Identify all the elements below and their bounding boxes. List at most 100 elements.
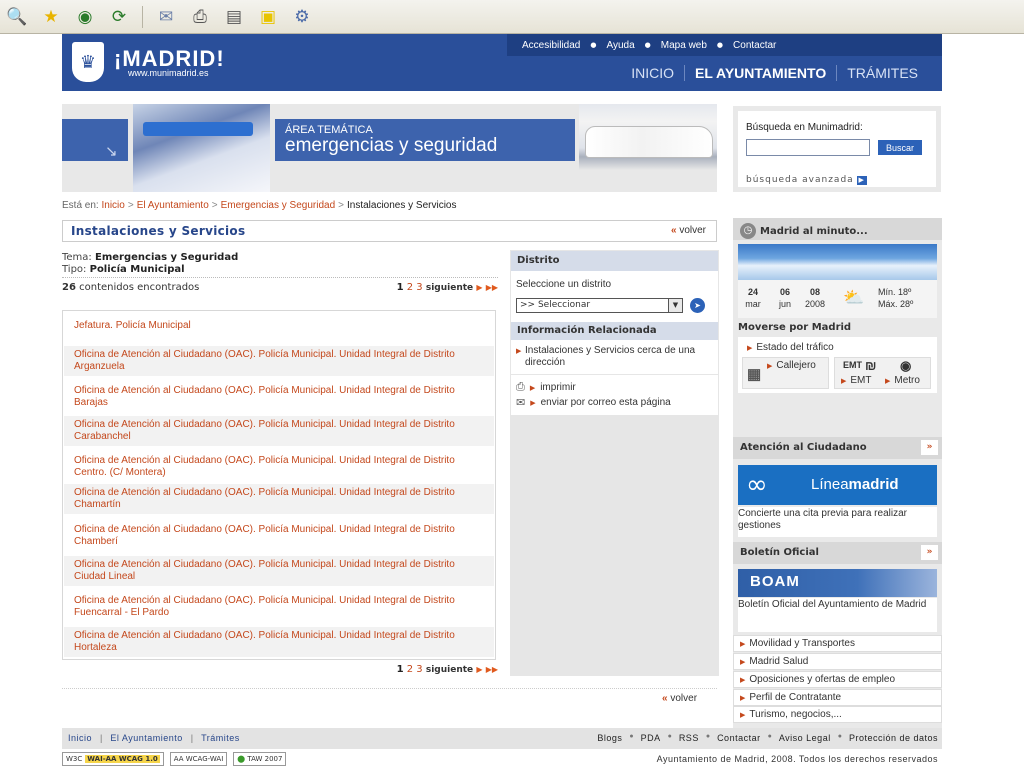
breadcrumb-inicio[interactable]: Inicio — [101, 200, 124, 211]
breadcrumb-emergencias[interactable]: Emergencias y Seguridad — [221, 200, 336, 211]
site-logo[interactable]: ♛ ¡MADRID! www.munimadrid.es — [72, 40, 225, 84]
metro-link[interactable]: ▶ Metro — [885, 375, 920, 386]
pager-next[interactable]: siguiente — [426, 283, 473, 293]
pager-page-2[interactable]: 2 — [407, 664, 413, 675]
arrow-right-icon: ▶ — [530, 399, 536, 407]
go-arrow-icon[interactable]: ➤ — [690, 298, 705, 313]
email-label: enviar por correo esta página — [540, 397, 671, 408]
arrow-right-icon[interactable]: ▶ — [476, 283, 482, 292]
link-accesibilidad[interactable]: Accesibilidad — [522, 40, 580, 51]
breadcrumb-el-ayuntamiento[interactable]: El Ayuntamiento — [137, 200, 209, 211]
print-icon[interactable]: ⎙ — [185, 4, 215, 30]
district-select[interactable]: >> Seleccionar ▼ — [516, 298, 683, 313]
nav-el-ayuntamiento[interactable]: EL AYUNTAMIENTO — [684, 65, 836, 81]
nav-tramites[interactable]: TRÁMITES — [836, 65, 928, 81]
volver-link-top[interactable]: « volver — [671, 225, 706, 236]
link-mapa-web[interactable]: Mapa web — [661, 40, 707, 51]
footer-link-ayuntamiento[interactable]: El Ayuntamiento — [110, 733, 182, 743]
list-item[interactable]: Oficina de Atención al Ciudadano (OAC). … — [64, 484, 494, 514]
list-item[interactable]: Oficina de Atención al Ciudadano (OAC). … — [64, 592, 494, 622]
date-day-label: mar — [745, 299, 761, 309]
arrow-right-icon: ▶ — [841, 378, 847, 385]
print-action[interactable]: ⎙ ▶ imprimir — [516, 381, 576, 394]
link-ayuda[interactable]: Ayuda — [606, 40, 634, 51]
traffic-link[interactable]: ▶ Estado del tráfico — [747, 342, 834, 353]
more-arrow-icon[interactable]: » — [921, 545, 938, 560]
more-arrow-icon[interactable]: » — [921, 440, 938, 455]
arrow-right-icon: ▶ — [856, 176, 867, 185]
pager-page-3[interactable]: 3 — [416, 282, 422, 293]
history-icon[interactable]: ⟳ — [104, 4, 134, 30]
info-link[interactable]: Instalaciones y Servicios cerca de una d… — [525, 345, 695, 368]
advanced-search-link[interactable]: búsqueda avanzada ▶ — [746, 175, 867, 185]
edit-icon[interactable]: ▤ — [219, 4, 249, 30]
list-item[interactable]: Oficina de Atención al Ciudadano (OAC). … — [64, 627, 494, 657]
pager-page-2[interactable]: 2 — [407, 282, 413, 293]
w3c-badge[interactable]: W3C WAI-AA WCAG 1.0 — [62, 752, 164, 766]
linea-madrid-word-a: Línea — [811, 476, 849, 493]
list-item[interactable]: Oficina de Atención al Ciudadano (OAC). … — [64, 382, 494, 412]
footer-link-aviso-legal[interactable]: Aviso Legal — [779, 733, 831, 743]
sidebar-link-turismo[interactable]: ▶ Turismo, negocios,... — [733, 706, 942, 723]
arrow-right-icon: ▶ — [885, 378, 891, 385]
emt-link[interactable]: ▶ EMT — [841, 375, 872, 386]
note-icon[interactable]: ▣ — [253, 4, 283, 30]
volver-link-bottom[interactable]: « volver — [662, 693, 697, 704]
list-item[interactable]: Jefatura. Policía Municipal — [64, 317, 494, 335]
tipo-value: Policía Municipal — [89, 264, 185, 275]
double-arrow-right-icon[interactable]: ▶▶ — [486, 665, 498, 674]
callejero-link[interactable]: ▶ Callejero — [767, 360, 816, 371]
list-item[interactable]: Oficina de Atención al Ciudadano (OAC). … — [64, 521, 494, 551]
sidebar-link-movilidad[interactable]: ▶ Movilidad y Transportes — [733, 635, 942, 652]
footer-link-rss[interactable]: RSS — [679, 733, 699, 743]
taw-badge[interactable]: ⬤ TAW 2007 — [233, 752, 287, 766]
list-item[interactable]: Oficina de Atención al Ciudadano (OAC). … — [64, 416, 494, 446]
arrow-right-icon: ▶ — [740, 659, 746, 666]
pager-next[interactable]: siguiente — [426, 665, 473, 675]
footer-link-tramites[interactable]: Trámites — [201, 733, 240, 743]
list-item[interactable]: Oficina de Atención al Ciudadano (OAC). … — [64, 556, 494, 586]
partly-cloudy-icon: ⛅ — [843, 288, 865, 308]
nav-inicio[interactable]: INICIO — [621, 65, 684, 81]
footer-link-blogs[interactable]: Blogs — [597, 733, 622, 743]
sidebar-link-oposiciones[interactable]: ▶ Oposiciones y ofertas de empleo — [733, 671, 942, 688]
advanced-search-label: búsqueda avanzada — [746, 175, 854, 185]
footer-link-inicio[interactable]: Inicio — [68, 733, 92, 743]
mail-icon[interactable]: ✉ — [151, 4, 181, 30]
chevron-down-icon[interactable]: ▼ — [668, 299, 682, 312]
footer-link-pda[interactable]: PDA — [641, 733, 661, 743]
favorites-star-icon[interactable]: ★ — [36, 4, 66, 30]
media-icon[interactable]: ◉ — [70, 4, 100, 30]
tema-line: Tema: Emergencias y Seguridad — [62, 252, 238, 264]
sidebar-link-madrid-salud[interactable]: ▶ Madrid Salud — [733, 653, 942, 670]
footer-dot: ● — [837, 733, 842, 740]
wcag-badge[interactable]: AA WCAG-WAI — [169, 752, 228, 766]
email-action[interactable]: ✉ ▶ enviar por correo esta página — [516, 396, 671, 409]
district-label: Seleccione un distrito — [516, 279, 612, 290]
link-contactar[interactable]: Contactar — [733, 40, 776, 51]
banner-title-box: ÁREA TEMÁTICA emergencias y seguridad — [275, 119, 575, 161]
footer-dot: ● — [667, 733, 672, 740]
double-arrow-right-icon[interactable]: ▶▶ — [486, 283, 498, 292]
madrid-minute-title: Madrid al minuto... — [760, 226, 868, 237]
list-item[interactable]: Oficina de Atención al Ciudadano (OAC). … — [64, 346, 494, 376]
arrow-right-icon[interactable]: ▶ — [476, 665, 482, 674]
search-input[interactable] — [746, 139, 870, 156]
boam-banner[interactable]: BOAM — [738, 569, 937, 597]
divider — [62, 277, 498, 278]
messenger-icon[interactable]: ⚙ — [287, 4, 317, 30]
list-item[interactable]: Oficina de Atención al Ciudadano (OAC). … — [64, 452, 494, 482]
pager-page-3[interactable]: 3 — [416, 664, 422, 675]
volver-label: volver — [670, 693, 698, 704]
search-button[interactable]: Buscar — [878, 140, 922, 155]
linea-madrid-logo-icon: ∞ — [746, 470, 768, 500]
temp-max: Máx. 28º — [878, 299, 914, 309]
linea-madrid-banner[interactable]: ∞ Líneamadrid — [738, 465, 937, 505]
footer-link-contactar[interactable]: Contactar — [717, 733, 761, 743]
clock-icon: ◷ — [740, 223, 756, 239]
footer-link-proteccion-datos[interactable]: Protección de datos — [849, 733, 938, 743]
callejero-box[interactable]: ▦ ▶ Callejero — [742, 357, 829, 389]
main-nav: INICIO EL AYUNTAMIENTO TRÁMITES — [621, 65, 928, 81]
sidebar-link-perfil[interactable]: ▶ Perfil de Contratante — [733, 689, 942, 706]
search-icon[interactable]: 🔍 — [2, 4, 32, 30]
